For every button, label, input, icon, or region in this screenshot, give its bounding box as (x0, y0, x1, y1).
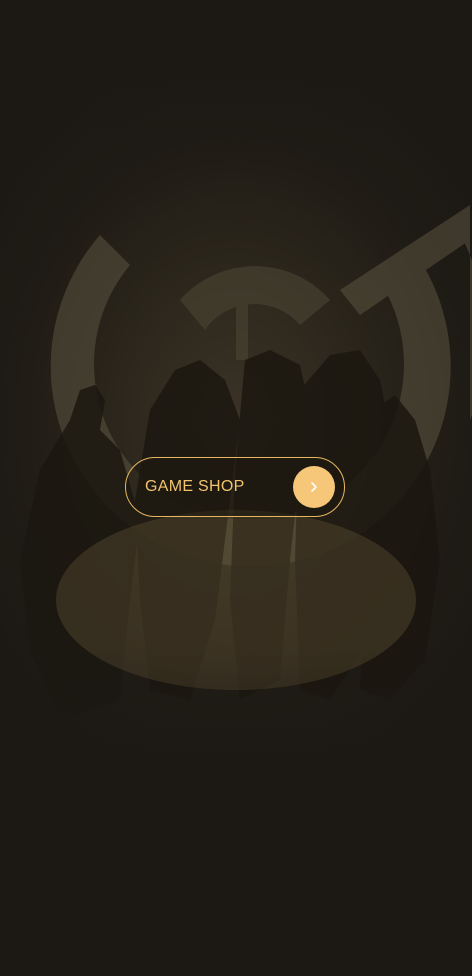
ground-glow (56, 510, 416, 690)
game-shop-button[interactable]: GAME SHOP (125, 457, 345, 517)
chevron-right-icon (311, 482, 317, 492)
arrow-button[interactable] (293, 466, 335, 508)
game-shop-screen: GAME SHOP (0, 0, 472, 976)
game-shop-label: GAME SHOP (145, 478, 245, 495)
